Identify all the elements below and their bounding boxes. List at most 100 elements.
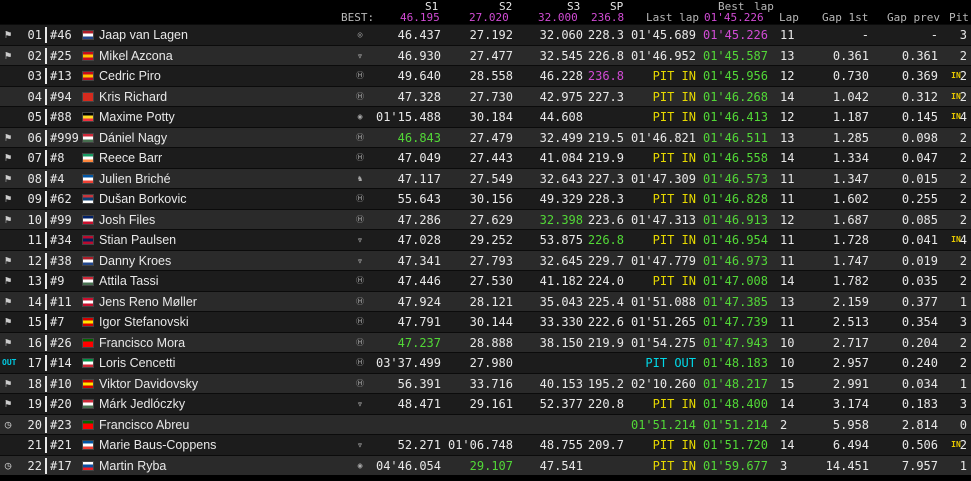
best-lap-time: 01'46.511 xyxy=(702,130,768,145)
vw-icon: ◉ xyxy=(357,460,363,470)
sector-2-time: 27.443 xyxy=(469,151,513,165)
gap-to-first: 1.042 xyxy=(832,89,869,104)
checkered-flag-icon: ⚑ xyxy=(4,335,12,349)
sector-3-time: 32.398 xyxy=(539,212,583,227)
sector-3-time: 32.645 xyxy=(539,253,583,268)
table-row[interactable]: ⚑ 13 #9 Attila Tassi Ⓗ 47.446 27.530 41.182 224.… xyxy=(0,270,971,291)
header-gap-prev: Gap prev xyxy=(887,11,940,24)
sector-3-time: 41.084 xyxy=(539,151,583,165)
gap-to-first: 2.513 xyxy=(832,315,869,329)
table-row[interactable]: IN 04 #94 Kris Richard Ⓗ 47.328 27.730 42.975 22… xyxy=(0,85,971,106)
country-flag-icon xyxy=(82,71,94,81)
table-row[interactable]: ⚑ 16 #26 Francisco Mora Ⓗ 47.237 28.888 38.150 2… xyxy=(0,331,971,352)
table-row[interactable]: ⚑ 15 #7 Igor Stefanovski Ⓗ 47.791 30.144 33.330… xyxy=(0,311,971,332)
car-number: #10 xyxy=(50,376,72,391)
sector-3-time: 42.975 xyxy=(539,89,583,104)
sector-3-time: 32.643 xyxy=(539,171,583,186)
table-row[interactable]: ⚑ 09 #62 Dušan Borkovic Ⓗ 55.643 30.156 49.329 2… xyxy=(0,188,971,209)
sector-2-time: 27.477 xyxy=(469,48,513,63)
table-row[interactable]: IN 11 #34 Stian Paulsen ⩔ 47.028 29.252 53.875 2… xyxy=(0,229,971,250)
gap-to-previous: 0.019 xyxy=(901,253,938,268)
pit-stops: 1 xyxy=(959,458,967,473)
driver-name: Dušan Borkovic xyxy=(99,192,187,206)
peugeot-icon: ♞ xyxy=(357,173,363,183)
position: 20 xyxy=(27,417,42,432)
gap-to-previous: 2.814 xyxy=(901,417,938,432)
last-lap-time: 01'51.088 xyxy=(630,294,696,309)
checkered-flag-icon: ⚑ xyxy=(4,192,12,205)
divider xyxy=(45,457,47,474)
position: 06 xyxy=(27,130,42,145)
car-number: #20 xyxy=(50,397,72,411)
sector-2-time: 30.156 xyxy=(469,192,513,206)
speed: 219.5 xyxy=(587,130,624,145)
gap-to-first: 1.187 xyxy=(832,110,869,124)
driver-name: Jens Reno Møller xyxy=(99,294,197,309)
car-number: #62 xyxy=(50,192,72,206)
audi-icon: ◎ xyxy=(357,30,363,39)
hyundai-icon: Ⓗ xyxy=(356,132,364,142)
country-flag-icon xyxy=(82,132,94,143)
position: 17 xyxy=(27,356,42,370)
table-row[interactable]: ⚑ 14 #11 Jens Reno Møller Ⓗ 47.924 28.121 35.04… xyxy=(0,290,971,311)
hyundai-icon: Ⓗ xyxy=(356,153,364,162)
last-lap-time: PIT IN xyxy=(652,438,696,452)
table-row[interactable]: ⚑ 12 #38 Danny Kroes ⩔ 47.341 27.793 32.645 229.… xyxy=(0,249,971,270)
position: 10 xyxy=(27,212,42,227)
sector-2-time: 27.980 xyxy=(469,356,513,370)
car-number: #11 xyxy=(50,294,72,309)
gap-to-first: 1.687 xyxy=(832,212,869,227)
table-row[interactable]: ⚑ 08 #4 Julien Briché ♞ 47.117 27.549 32.643 227… xyxy=(0,167,971,188)
speed: 236.8 xyxy=(587,69,624,83)
pit-stops: 2 xyxy=(959,356,967,370)
hyundai-icon: Ⓗ xyxy=(356,91,364,101)
best-lap-time: 01'45.226 xyxy=(702,28,768,42)
table-row[interactable]: ⚑ 02 #25 Mikel Azcona ⩔ 46.930 27.477 32.545 226… xyxy=(0,44,971,65)
table-row[interactable]: ⚑ 10 #99 Josh Files Ⓗ 47.286 27.629 32.398 223.6… xyxy=(0,208,971,229)
table-row[interactable]: ⚑ 06 #999 Dániel Nagy Ⓗ 46.843 27.479 32.499 219… xyxy=(0,126,971,147)
checkered-flag-icon: ⚑ xyxy=(4,171,12,185)
pit-stops: 3 xyxy=(959,397,967,411)
car-number: #17 xyxy=(50,458,72,473)
honda-icon: Ⓗ xyxy=(356,378,364,388)
car-number: #999 xyxy=(50,130,79,145)
country-flag-icon xyxy=(82,235,94,245)
last-lap-time: PIT IN xyxy=(652,233,696,247)
table-row[interactable]: IN 03 #13 Cedric Piro Ⓗ 49.640 28.558 46.228 236… xyxy=(0,65,971,86)
sector-2-time: 27.730 xyxy=(469,89,513,104)
table-row[interactable]: ⚑ 01 #46 Jaap van Lagen ◎ 46.437 27.192 32.060 2… xyxy=(0,24,971,45)
pit-stops: 2 xyxy=(959,48,967,63)
pit-stops: 2 xyxy=(959,89,967,104)
last-lap-time: 01'47.309 xyxy=(630,171,696,186)
sector-2-time: 28.558 xyxy=(469,69,513,83)
table-row[interactable]: ⚑ 19 #20 Márk Jedlóczky ⩔ 48.471 29.161 52.377 2… xyxy=(0,393,971,414)
table-row[interactable]: ⚑ 18 #10 Viktor Davidovsky Ⓗ 56.391 33.716 40.1… xyxy=(0,372,971,393)
timing-screen: { "headers": { "best_label": "BEST:", "s… xyxy=(0,0,971,481)
country-flag-icon xyxy=(82,194,94,204)
sector-3-time: 35.043 xyxy=(539,294,583,309)
last-lap-time: PIT IN xyxy=(652,151,696,165)
driver-name: Martin Ryba xyxy=(99,458,167,473)
table-row[interactable]: ◷ 20 #23 Francisco Abreu 01'51.214 01'51.214 2… xyxy=(0,413,971,434)
speed: 225.4 xyxy=(587,294,624,309)
gap-to-first: 5.958 xyxy=(832,417,869,432)
table-row[interactable]: OUT 17 #14 Loris Cencetti Ⓗ 03'37.499 27.980 PI… xyxy=(0,352,971,373)
divider xyxy=(45,47,47,64)
best-lap-value: 01'45.226 xyxy=(704,11,764,24)
gap-to-first: 1.602 xyxy=(832,192,869,206)
sector-1-time: 48.471 xyxy=(397,397,441,411)
sector-1-time: 47.237 xyxy=(397,335,441,350)
gap-to-previous: 0.255 xyxy=(901,192,938,206)
table-row[interactable]: ⚑ 07 #8 Reece Barr Ⓗ 47.049 27.443 41.084 219.9 P… xyxy=(0,147,971,168)
gap-to-first: 0.361 xyxy=(832,48,869,63)
cupra-icon: ⩔ xyxy=(357,235,363,244)
table-row[interactable]: IN 21 #21 Marie Baus-Coppens ⩔ 52.271 01'06.74… xyxy=(0,434,971,455)
speed: 220.8 xyxy=(587,397,624,411)
clock-icon: ◷ xyxy=(4,417,12,431)
table-row[interactable]: ◷ 22 #17 Martin Ryba ◉ 04'46.054 29.107 47.541 P… xyxy=(0,454,971,475)
country-flag-icon xyxy=(82,358,94,368)
last-lap-time: 01'47.779 xyxy=(630,253,696,268)
table-row[interactable]: IN 05 #88 Maxime Potty ◉ 01'15.488 30.184 44.60… xyxy=(0,106,971,127)
car-number: #13 xyxy=(50,69,72,83)
country-flag-icon xyxy=(82,296,94,307)
